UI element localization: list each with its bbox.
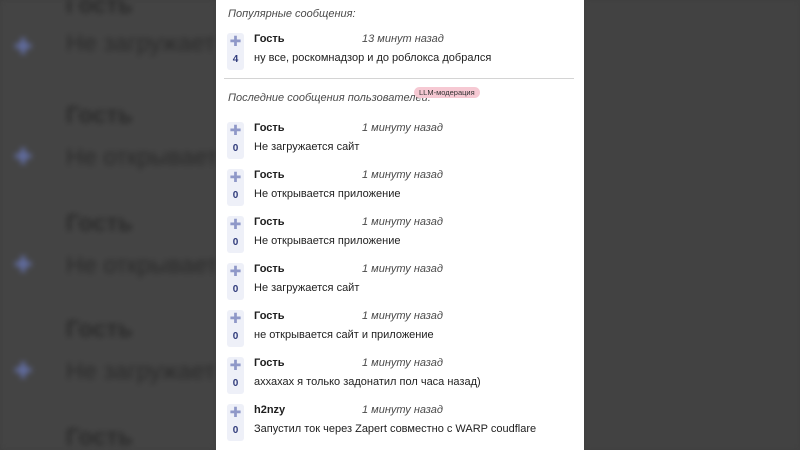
bg-text: Не открывается приложение [66,252,216,279]
message-text: Не загружается сайт [254,282,360,294]
plus-icon: ✚ [229,357,242,373]
message-item: ✚ 0 Гость 1 минуту назад Не открывается … [216,169,584,213]
bg-text: Не открывается приложение [66,144,216,171]
messages-panel: Популярные сообщения: ✚ 4 Гость 13 минут… [216,0,584,450]
vote-count: 0 [232,143,239,154]
message-item: ✚ 0 h2nzy 1 минуту назад Запустил ток че… [216,404,584,448]
message-text: не открывается сайт и приложение [254,329,434,341]
message-author: Гость [254,263,285,275]
plus-icon: ✚ [14,252,33,277]
bg-author: Гость [66,316,133,343]
popular-section-title: Популярные сообщения: [228,8,356,20]
message-author: h2nzy [254,404,286,416]
message-item: ✚ 0 Гость 1 минуту назад Не загружается … [216,122,584,166]
plus-icon: ✚ [14,358,33,383]
plus-icon: ✚ [14,144,33,169]
message-author: Гость [254,122,285,134]
message-text: Запустил ток через Zapert совместно с WA… [254,423,537,435]
plus-icon: ✚ [229,404,242,420]
message-time: 1 минуту назад [362,263,443,275]
plus-icon: ✚ [229,310,242,326]
vote-count: 0 [232,378,239,389]
message-time: 1 минуту назад [362,216,443,228]
message-text: аххахах я только задонатил пол часа наза… [254,376,481,388]
upvote-button[interactable]: ✚ 4 [227,33,244,70]
vote-count: 0 [232,190,239,201]
upvote-button[interactable]: ✚ 0 [227,122,244,159]
message-time: 1 минуту назад [362,404,443,416]
plus-icon: ✚ [229,33,242,49]
vote-count: 0 [232,284,239,295]
message-author: Гость [254,216,285,228]
bg-author: Гость [66,102,133,129]
bg-text: Не загружается сайт [66,30,216,57]
recent-section-title: Последние сообщения пользователей: [228,92,431,104]
blurred-background-left: Гость ✚ Не загружается сайт Гость ✚ Не о… [0,0,216,450]
message-time: 1 минуту назад [362,169,443,181]
vote-count: 0 [232,331,239,342]
section-divider [224,78,574,79]
message-text: Не загружается сайт [254,141,360,153]
plus-icon: ✚ [229,216,242,232]
plus-icon: ✚ [229,169,242,185]
message-time: 13 минут назад [362,33,444,45]
bg-author: Гость [66,0,133,19]
upvote-button[interactable]: ✚ 0 [227,216,244,253]
message-author: Гость [254,33,285,45]
llm-moderation-badge: LLM-модерация [414,87,480,98]
message-author: Гость [254,357,285,369]
plus-icon: ✚ [229,122,242,138]
message-item: ✚ 0 Гость 1 минуту назад не открывается … [216,310,584,354]
message-item: ✚ 0 Гость 1 минуту назад Не открывается … [216,216,584,260]
blurred-background-right [584,0,800,450]
upvote-button[interactable]: ✚ 0 [227,357,244,394]
message-time: 1 минуту назад [362,122,443,134]
plus-icon: ✚ [14,34,33,59]
message-text: Не открывается приложение [254,235,401,247]
message-text: Не открывается приложение [254,188,401,200]
message-item: ✚ 4 Гость 13 минут назад ну все, роскомн… [216,33,584,77]
vote-count: 4 [232,54,239,65]
message-time: 1 минуту назад [362,357,443,369]
message-item: ✚ 0 Гость 1 минуту назад аххахах я тольк… [216,357,584,401]
message-item: ✚ 0 Гость 1 минуту назад Не загружается … [216,263,584,307]
bg-author: Гость [66,424,133,450]
vote-count: 0 [232,237,239,248]
message-text: ну все, роскомнадзор и до роблокса добра… [254,52,492,64]
upvote-button[interactable]: ✚ 0 [227,169,244,206]
message-time: 1 минуту назад [362,310,443,322]
plus-icon: ✚ [229,263,242,279]
vote-count: 0 [232,425,239,436]
upvote-button[interactable]: ✚ 0 [227,404,244,441]
bg-text: Не загружается сайт [66,358,216,385]
message-author: Гость [254,310,285,322]
bg-author: Гость [66,210,133,237]
upvote-button[interactable]: ✚ 0 [227,310,244,347]
message-author: Гость [254,169,285,181]
upvote-button[interactable]: ✚ 0 [227,263,244,300]
